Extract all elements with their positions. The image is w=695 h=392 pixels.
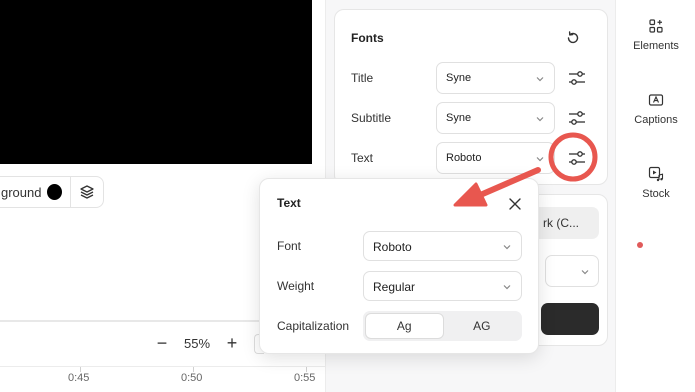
background-color-swatch[interactable]	[47, 184, 63, 200]
ruler-tick: 0:55	[294, 372, 316, 384]
close-icon	[509, 198, 521, 210]
font-row-label: Title	[351, 71, 374, 85]
elements-icon	[649, 19, 663, 33]
font-row-subtitle: Subtitle Syne	[351, 102, 601, 134]
text-font-select[interactable]: Roboto	[436, 142, 555, 174]
apply-button[interactable]	[541, 303, 599, 335]
zoom-level: 55%	[183, 335, 211, 351]
tool-label: Elements	[633, 40, 679, 52]
zoom-out-button[interactable]: −	[150, 331, 174, 355]
video-preview[interactable]	[0, 0, 312, 164]
sliders-icon	[569, 151, 585, 165]
preset-select[interactable]	[545, 255, 599, 287]
reset-fonts-button[interactable]	[563, 28, 583, 48]
select-value: Roboto	[446, 152, 482, 164]
layers-icon	[80, 185, 94, 199]
capitalization-label: Capitalization	[277, 319, 350, 333]
popover-title: Text	[277, 196, 301, 210]
capitalization-toggle: Ag AG	[363, 311, 522, 341]
select-value: Syne	[446, 72, 472, 84]
timeline-ruler	[0, 366, 325, 367]
title-font-select[interactable]: Syne	[436, 62, 555, 94]
chevron-down-icon	[536, 117, 544, 122]
chevron-down-icon	[536, 157, 544, 162]
zoom-controls: − 55% +	[150, 330, 244, 356]
background-control[interactable]: ground	[0, 176, 104, 208]
popover-capitalization-row: Capitalization Ag AG	[277, 311, 523, 341]
sliders-icon	[569, 111, 585, 125]
close-button[interactable]	[506, 195, 524, 213]
chevron-down-icon	[503, 245, 511, 250]
text-font-settings-button[interactable]	[566, 147, 588, 169]
font-row-label: Subtitle	[351, 111, 392, 125]
captions-icon	[648, 94, 664, 106]
subtitle-font-select[interactable]: Syne	[436, 102, 555, 134]
font-select[interactable]: Roboto	[363, 231, 522, 261]
popover-font-row: Font Roboto	[277, 231, 523, 261]
ruler-tick: 0:45	[68, 372, 90, 384]
reset-icon	[567, 31, 579, 44]
notification-dot	[637, 242, 643, 248]
title-font-settings-button[interactable]	[566, 67, 588, 89]
font-row-text: Text Roboto	[351, 142, 601, 174]
select-value: Roboto	[373, 240, 412, 254]
capitalization-option-sentence[interactable]: Ag	[365, 313, 444, 339]
layers-button[interactable]	[71, 177, 103, 207]
preset-field[interactable]: rk (C...	[531, 207, 599, 239]
popover-weight-row: Weight Regular	[277, 271, 523, 301]
text-font-popover: Text Font Roboto Weight Regular Capitali…	[259, 178, 539, 354]
tool-label: Stock	[642, 188, 670, 200]
select-value: Regular	[373, 280, 416, 294]
zoom-in-button[interactable]: +	[220, 331, 244, 355]
font-label: Font	[277, 239, 302, 253]
ruler-tick: 0:50	[181, 372, 203, 384]
weight-select[interactable]: Regular	[363, 271, 522, 301]
tool-label: Captions	[634, 114, 678, 126]
side-toolbar: Elements Captions Stock	[615, 0, 695, 392]
chevron-down-icon	[503, 285, 511, 290]
chevron-down-icon	[536, 77, 544, 82]
capitalization-option-uppercase[interactable]: AG	[444, 313, 521, 339]
fonts-heading: Fonts	[351, 31, 384, 45]
tool-captions[interactable]: Captions	[616, 92, 695, 126]
chevron-down-icon	[581, 270, 589, 275]
sliders-icon	[569, 71, 585, 85]
background-label: ground	[1, 184, 42, 200]
select-value: Syne	[446, 112, 472, 124]
weight-label: Weight	[277, 279, 315, 293]
tool-elements[interactable]: Elements	[616, 18, 695, 52]
font-row-title: Title Syne	[351, 62, 601, 94]
stock-icon	[648, 166, 664, 182]
tool-stock[interactable]: Stock	[616, 166, 695, 200]
subtitle-font-settings-button[interactable]	[566, 107, 588, 129]
fonts-card: Fonts Title Syne Subtitle Syne Text Robo…	[334, 9, 608, 185]
font-row-label: Text	[351, 151, 374, 165]
